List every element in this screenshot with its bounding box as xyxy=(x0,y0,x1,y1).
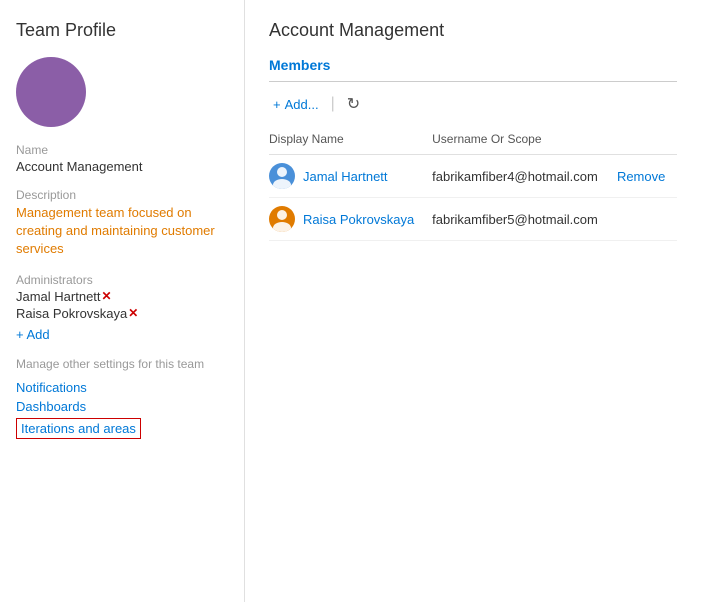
toolbar-separator: | xyxy=(331,95,335,113)
team-avatar xyxy=(16,57,86,127)
sidebar-link-notifications[interactable]: Notifications xyxy=(16,380,228,395)
member-actions-2 xyxy=(617,198,677,241)
admin-name-2: Raisa Pokrovskaya xyxy=(16,306,127,321)
remove-admin-2-icon[interactable]: ✕ xyxy=(128,306,138,320)
member-name-cell-2: Raisa Pokrovskaya xyxy=(269,198,432,241)
add-icon: + xyxy=(273,97,281,112)
remove-member-1-link[interactable]: Remove xyxy=(617,169,665,184)
member-name-cell-1: Jamal Hartnett xyxy=(269,155,432,198)
page-title: Account Management xyxy=(269,20,677,41)
col-display-name: Display Name xyxy=(269,128,432,155)
add-admin-link[interactable]: + Add xyxy=(16,327,50,342)
table-row: Raisa Pokrovskaya fabrikamfiber5@hotmail… xyxy=(269,198,677,241)
description-label: Description xyxy=(16,188,228,202)
sidebar-title: Team Profile xyxy=(16,20,228,41)
member-actions-1: Remove xyxy=(617,155,677,198)
members-toolbar: + Add... | ↻ xyxy=(269,92,677,116)
sidebar-link-dashboards[interactable]: Dashboards xyxy=(16,399,228,414)
sidebar: Team Profile Name Account Management Des… xyxy=(0,0,245,602)
administrators-label: Administrators xyxy=(16,273,228,287)
member-avatar-1 xyxy=(269,163,295,189)
description-value: Management team focused on creating and … xyxy=(16,204,228,259)
table-row: Jamal Hartnett fabrikamfiber4@hotmail.co… xyxy=(269,155,677,198)
main-content: Account Management Members + Add... | ↻ … xyxy=(245,0,701,602)
admin-item-2: Raisa Pokrovskaya ✕ xyxy=(16,306,228,321)
member-avatar-2 xyxy=(269,206,295,232)
admin-item: Jamal Hartnett ✕ xyxy=(16,289,228,304)
member-display-name-2[interactable]: Raisa Pokrovskaya xyxy=(303,212,414,227)
admin-name-1: Jamal Hartnett xyxy=(16,289,101,304)
member-display-name-1[interactable]: Jamal Hartnett xyxy=(303,169,388,184)
add-button-label: Add... xyxy=(285,97,319,112)
refresh-button[interactable]: ↻ xyxy=(343,92,364,116)
members-table: Display Name Username Or Scope Jamal xyxy=(269,128,677,241)
section-members-header: Members xyxy=(269,57,677,73)
member-username-1: fabrikamfiber4@hotmail.com xyxy=(432,155,617,198)
remove-admin-1-icon[interactable]: ✕ xyxy=(102,289,112,303)
col-username: Username Or Scope xyxy=(432,128,617,155)
manage-settings-text: Manage other settings for this team xyxy=(16,356,228,373)
add-member-button[interactable]: + Add... xyxy=(269,95,323,114)
table-header-row: Display Name Username Or Scope xyxy=(269,128,677,155)
col-actions xyxy=(617,128,677,155)
name-label: Name xyxy=(16,143,228,157)
section-divider xyxy=(269,81,677,82)
name-value: Account Management xyxy=(16,159,228,174)
sidebar-link-iterations-areas[interactable]: Iterations and areas xyxy=(16,418,141,439)
member-username-2: fabrikamfiber5@hotmail.com xyxy=(432,198,617,241)
